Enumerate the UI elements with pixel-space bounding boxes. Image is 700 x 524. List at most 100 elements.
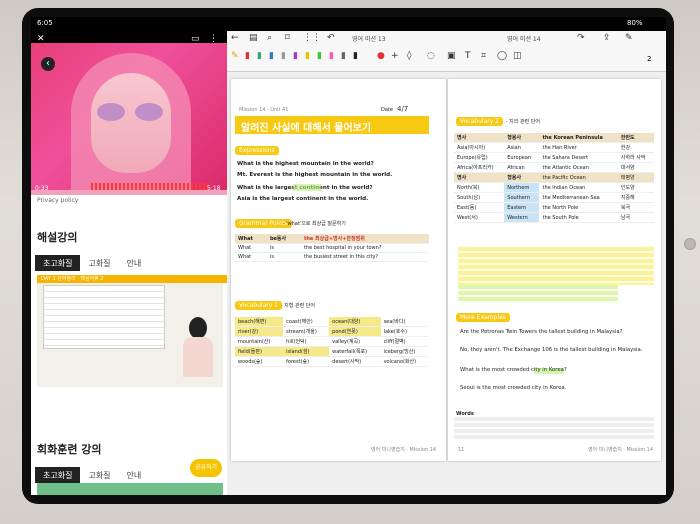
video-face-shape [91,73,171,173]
redo-icon[interactable]: ↷ [577,33,585,43]
grid-icon[interactable]: ⋮⋮ [303,33,321,43]
pen-red-icon[interactable]: ▮ [245,51,250,61]
back-arrow-icon[interactable]: ← [231,33,239,43]
next-lecture-strip[interactable] [37,483,223,495]
highlighted-notes [458,247,654,285]
geo-r3c2: the Pacific Ocean [539,172,618,183]
battery-text: 80% [627,19,643,27]
geo-r4c2: the Indian Ocean [539,182,618,193]
teacher-figure [181,317,215,377]
page-left: Mission 14 · Unit 41 Date 4/7 알려진 사실에 대해… [231,79,446,461]
eraser-icon[interactable]: ◊ [407,51,411,61]
quality-tabs-2: 초고화질 고화질 안내 [35,467,149,483]
pen-tool-icon[interactable]: ✎ [231,51,239,61]
v-r0c2: ocean(대양) [329,317,381,327]
pen-green-icon[interactable]: ▮ [257,51,262,61]
grammar-table: What be동사 the 최상급+명사+한정범위 What is the best h… [235,234,429,262]
video-panel: 6:05 ✕ ▭ ⋮ 0:33 5:18 ‹ Privacy policy 해설… [31,17,227,495]
v-r3c3: iceberg(빙산) [380,346,429,357]
highlighter-icon[interactable]: ▮ [305,51,310,61]
geo-h2: the Korean Peninsula [539,133,618,143]
date-label: Date [381,107,393,113]
comment-icon[interactable]: ✎ [625,33,633,43]
highlighter-pink-icon[interactable]: ▮ [329,51,334,61]
back-icon[interactable]: ‹ [41,57,55,71]
share-chip[interactable]: 공유하기 [190,459,222,477]
color-swatch-icon[interactable]: ● [377,51,385,61]
example-3: What is the most crowded city in Korea? [460,367,567,373]
add-pen-icon[interactable]: + [391,51,399,61]
tab-uhd-2[interactable]: 초고화질 [35,467,81,483]
example-4: Seoul is the most crowded city in Korea. [460,385,567,391]
gt-r0c0: What [235,243,267,253]
pen-gray-icon[interactable]: ▮ [281,51,286,61]
pen-blue-icon[interactable]: ▮ [269,51,274,61]
v-r1c2: pond(연못) [329,326,381,337]
home-button[interactable] [684,238,696,250]
tab-hd-2[interactable]: 고화질 [80,467,118,483]
pen-purple-icon[interactable]: ▮ [293,51,298,61]
v-r4c1: forest(숲) [283,356,330,367]
v-r1c3: lake(호수) [380,326,429,337]
words-box [454,417,654,439]
lasso-icon[interactable]: ◌ [427,51,435,61]
undo-icon[interactable]: ↶ [327,33,335,43]
geo-r1c3: 사하라 사막 [617,152,654,163]
vocab1-tag: Vocabulary 1 [235,301,282,310]
geo-r6c0: East(동) [454,202,505,213]
notes-toolbar: ← ▤ ⌕ ⌑ ⋮⋮ ↶ 영어 미션 13 영어 미션 14 ↷ ⇪ ✎ 2 ✎… [227,31,666,72]
text-icon[interactable]: T [465,51,471,61]
geo-r7c3: 남극 [617,212,654,223]
v-r0c3: sea(바다) [380,317,429,327]
more-examples-tag: More Examples [456,313,510,322]
geo-r2c2: the Atlantic Ocean [539,162,618,173]
highlighter-green-icon[interactable]: ▮ [317,51,322,61]
geo-r4c3: 인도양 [617,182,654,193]
privacy-link[interactable]: Privacy policy [37,197,78,204]
v-r2c0: mountain(산) [235,336,284,347]
date-value: 4/7 [397,105,409,113]
v-r0c0: beach(해변) [235,317,284,327]
highlighted-notes-2 [458,285,618,303]
highlight-green [293,184,321,191]
sentence-1: What is the highest mountain in the worl… [237,161,374,167]
tab-info-2[interactable]: 안내 [119,467,150,483]
geo-r1c0: Europe(유럽) [454,152,505,163]
doc-tab-14[interactable]: 영어 미션 14 [507,34,541,43]
ipad-screen: 6:05 ✕ ▭ ⋮ 0:33 5:18 ‹ Privacy policy 해설… [31,17,666,495]
video-player[interactable]: 0:33 5:18 [31,43,227,195]
pen-black-icon[interactable]: ▮ [353,51,358,61]
geo-r0c0: Asia(아시아) [454,142,505,153]
crop-icon[interactable]: ⌗ [481,51,486,61]
geo-table: 명사 형용사 the Korean Peninsula 한반도 Asia(아시아) As… [454,133,654,223]
geo-r2c0: Africa(아프리카) [454,162,505,173]
vocab1-desc: · 지형 관련 단어 [281,303,315,309]
page-right: Vocabulary 2 · 지리 관련 단어 명사 형용사 the Korean … [448,79,661,461]
gt-r1c2: the busiest street in this city? [300,252,429,262]
bookmark-icon[interactable]: ⌑ [285,33,290,43]
share-icon[interactable]: ⇪ [603,33,611,43]
tab-uhd[interactable]: 초고화질 [35,255,81,271]
doc-tab-13[interactable]: 영어 미션 13 [352,34,386,43]
sticker-icon[interactable]: ◫ [513,51,522,61]
footer-left: 영어 미니영습지 · Mission 14 [371,447,437,453]
tab-info[interactable]: 안내 [119,255,150,271]
v-r4c0: woods(숲) [235,356,284,367]
status-bar-right: 80% [227,17,666,31]
geo-r6c1: Eastern [504,202,540,213]
status-bar: 6:05 [31,17,227,31]
video-progress[interactable] [31,190,227,195]
thumb-title: DAY 1 단어정리 · 핵심어휘 2 [37,275,227,283]
geo-r4c0: North(북) [454,182,505,193]
pencil-icon[interactable]: ▮ [341,51,346,61]
geo-h0: 명사 [454,133,505,143]
geo-r3c3: 태평양 [617,172,654,183]
quality-tabs: 초고화질 고화질 안내 [35,255,149,271]
search-icon[interactable]: ⌕ [267,33,272,43]
tab-hd[interactable]: 고화질 [80,255,118,271]
gt-r1c0: What [235,252,267,262]
geo-r1c2: the Sahara Desert [539,152,618,163]
pages-icon[interactable]: ▤ [249,33,258,43]
shape-icon[interactable]: ◯ [497,51,507,61]
image-icon[interactable]: ▣ [447,51,456,61]
